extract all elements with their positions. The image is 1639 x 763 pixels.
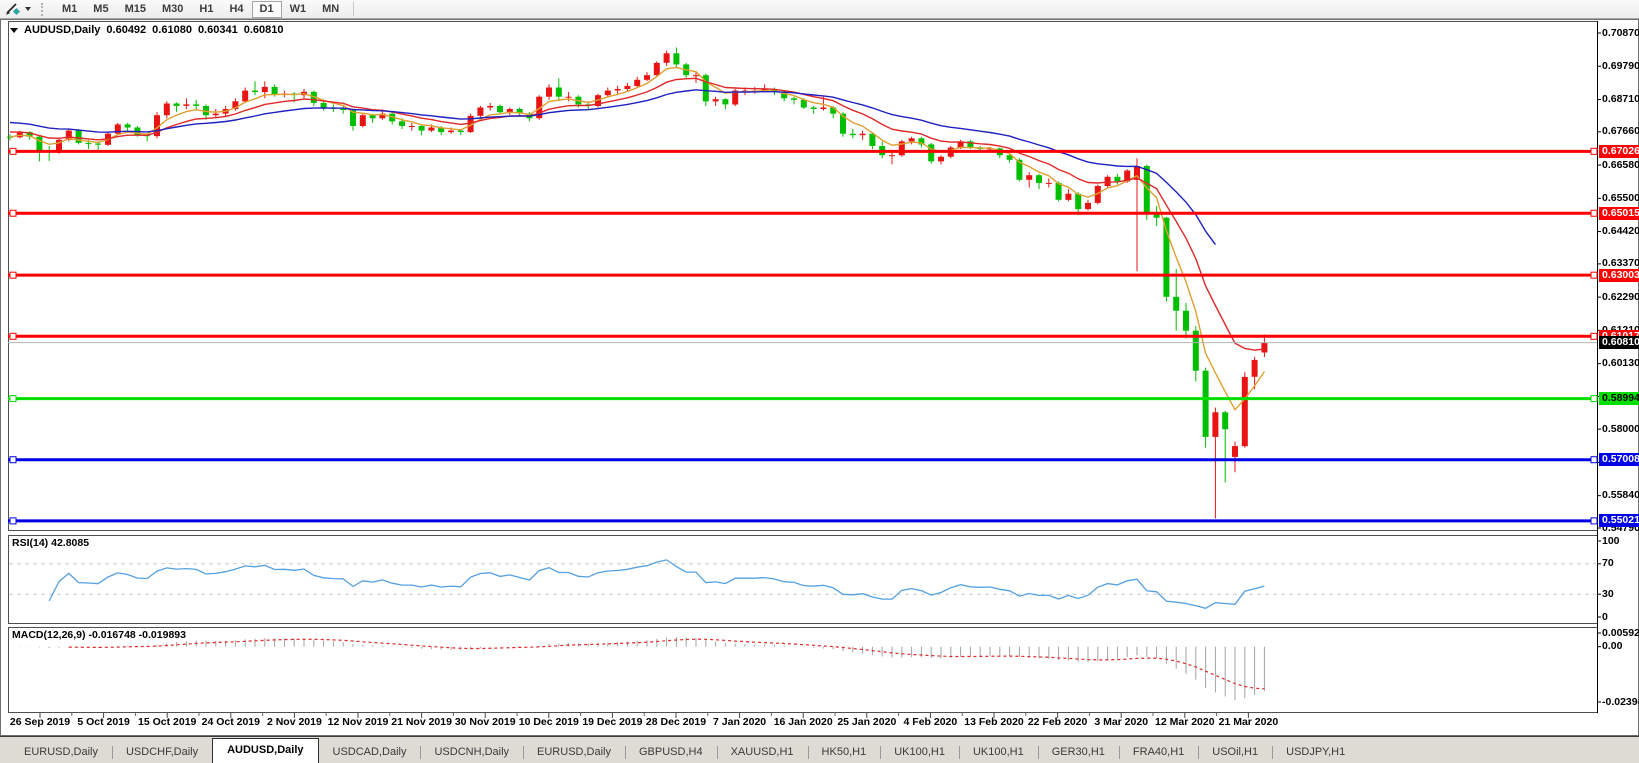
timeframe-toolbar: M1 M5 M15 M30 H1 H4 D1 W1 MN: [0, 0, 1639, 19]
chart-symbol-label: AUDUSD,Daily: [24, 24, 101, 36]
chart-tab-eurusd-daily[interactable]: EURUSD,Daily: [523, 742, 625, 763]
toolbar-grip[interactable]: [41, 2, 46, 16]
chart-dropdown-icon[interactable]: [10, 27, 18, 33]
timeframe-button-w1[interactable]: W1: [282, 1, 315, 18]
quote-open: 0.60492: [106, 24, 147, 36]
chart-tab-uk100-h1[interactable]: UK100,H1: [880, 742, 959, 763]
chart-tab-usdcad-daily[interactable]: USDCAD,Daily: [319, 742, 421, 763]
timeframe-button-mn[interactable]: MN: [314, 1, 347, 18]
chart-tab-xauusd-h1[interactable]: XAUUSD,H1: [716, 742, 808, 763]
chart-tab-audusd-daily[interactable]: AUDUSD,Daily: [212, 738, 319, 763]
chart-tab-eurusd-daily[interactable]: EURUSD,Daily: [10, 742, 112, 763]
quote-low: 0.60341: [197, 24, 238, 36]
chart-tab-fra40-h1[interactable]: FRA40,H1: [1118, 742, 1198, 763]
timeframe-button-m15[interactable]: M15: [117, 1, 154, 18]
quote-close: 0.60810: [243, 24, 284, 36]
chevron-down-icon[interactable]: [25, 7, 31, 11]
rsi-name: RSI(14): [12, 537, 49, 549]
timeframe-button-h4[interactable]: H4: [221, 1, 251, 18]
timeframe-button-h1[interactable]: H1: [191, 1, 221, 18]
rsi-value: 42.8085: [51, 537, 90, 549]
chart-tab-bar: EURUSD,Daily USDCHF,Daily AUDUSD,Daily USDC…: [0, 736, 1639, 763]
chart-tab-gbpusd-h4[interactable]: GBPUSD,H4: [625, 742, 717, 763]
chart-tool-icon[interactable]: [3, 2, 23, 17]
timeframe-button-d1[interactable]: D1: [251, 0, 282, 18]
toolbar-separator: [353, 2, 355, 16]
timeframe-buttons: M1 M5 M15 M30 H1 H4 D1 W1 MN: [54, 0, 347, 18]
chart-tab-ger30-h1[interactable]: GER30,H1: [1037, 742, 1119, 763]
rsi-pane-label: RSI(14) 42.8085: [12, 537, 89, 549]
chart-tab-usdjpy-h1[interactable]: USDJPY,H1: [1272, 742, 1359, 763]
chart-window[interactable]: [0, 19, 1639, 736]
chart-tab-hk50-h1[interactable]: HK50,H1: [807, 742, 881, 763]
chart-tab-uk100-h1[interactable]: UK100,H1: [958, 742, 1038, 763]
timeframe-button-m30[interactable]: M30: [154, 1, 191, 18]
quote-high: 0.61080: [152, 24, 192, 36]
chart-tab-usoil-h1[interactable]: USOil,H1: [1198, 742, 1272, 763]
chart-tab-usdcnh-daily[interactable]: USDCNH,Daily: [420, 742, 523, 763]
chart-title-bar[interactable]: AUDUSD,Daily 0.60492 0.61080 0.60341 0.6…: [10, 24, 284, 36]
macd-name: MACD(12,26,9): [12, 629, 86, 641]
macd-pane-label: MACD(12,26,9) -0.016748 -0.019893: [12, 629, 186, 641]
chart-tab-usdchf-daily[interactable]: USDCHF,Daily: [111, 742, 212, 763]
timeframe-button-m5[interactable]: M5: [85, 1, 116, 18]
timeframe-button-m1[interactable]: M1: [54, 1, 85, 18]
macd-signal-value: -0.019893: [138, 629, 186, 641]
macd-value: -0.016748: [88, 629, 136, 641]
